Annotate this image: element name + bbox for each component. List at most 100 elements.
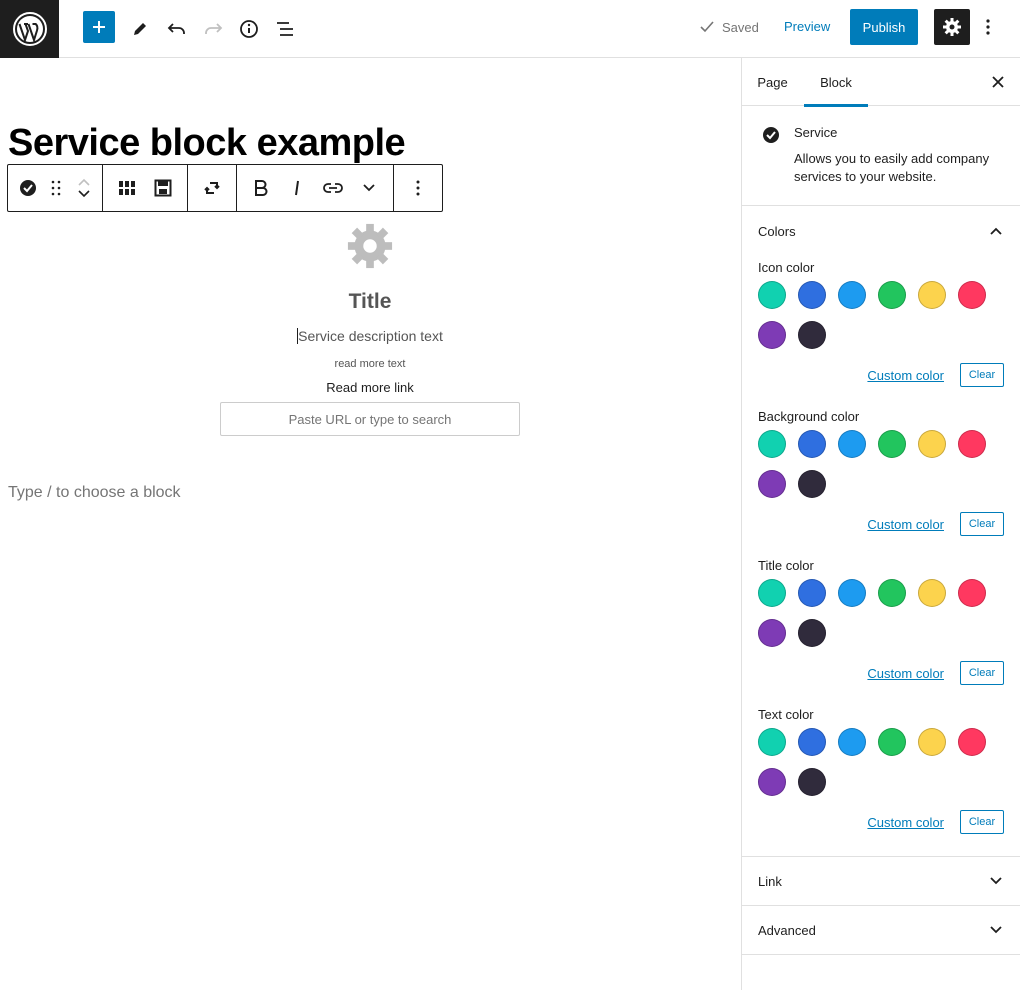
color-actions: Custom color Clear [758, 363, 1004, 387]
block-type-check-icon[interactable] [14, 165, 42, 211]
wordpress-logo-icon[interactable] [0, 0, 59, 58]
move-down-icon[interactable] [77, 190, 91, 198]
options-more-icon[interactable] [978, 11, 998, 43]
color-swatch[interactable] [798, 430, 826, 458]
colors-panel-toggle[interactable]: Colors [742, 206, 1020, 256]
bold-icon[interactable] [243, 165, 279, 211]
color-swatch[interactable] [838, 430, 866, 458]
save-reusable-icon[interactable] [145, 165, 181, 211]
color-actions: Custom color Clear [758, 661, 1004, 685]
color-swatch[interactable] [758, 579, 786, 607]
read-more-link[interactable]: Read more link [220, 380, 520, 395]
link-icon[interactable] [315, 165, 351, 211]
color-group-label: Background color [758, 409, 860, 424]
move-up-icon[interactable] [77, 178, 91, 186]
saved-label: Saved [722, 19, 759, 35]
custom-color-button[interactable]: Custom color [867, 666, 944, 681]
clear-button[interactable]: Clear [960, 512, 1004, 536]
color-swatch[interactable] [918, 430, 946, 458]
editor-header: Saved Preview Publish [0, 0, 1020, 58]
publish-button[interactable]: Publish [850, 9, 918, 45]
advanced-panel-toggle[interactable]: Advanced [742, 906, 1020, 955]
color-group: Icon color Custom color Clear [742, 260, 1020, 387]
list-view-icon[interactable] [267, 11, 303, 47]
color-swatch[interactable] [878, 728, 906, 756]
color-swatch[interactable] [918, 728, 946, 756]
clear-button[interactable]: Clear [960, 661, 1004, 685]
service-block[interactable]: Title Service description text read more… [220, 222, 520, 436]
block-options-more-icon[interactable] [400, 165, 436, 211]
drag-handle-icon[interactable] [42, 165, 70, 211]
color-swatch[interactable] [958, 430, 986, 458]
color-actions: Custom color Clear [758, 810, 1004, 834]
info-icon[interactable] [231, 11, 267, 47]
tab-page[interactable]: Page [742, 58, 803, 106]
chevron-down-icon [990, 926, 1002, 934]
color-swatch[interactable] [758, 470, 786, 498]
color-swatch[interactable] [838, 579, 866, 607]
color-swatch[interactable] [758, 768, 786, 796]
color-swatch[interactable] [878, 281, 906, 309]
color-swatch[interactable] [798, 321, 826, 349]
settings-sidebar: Page Block Service Allows you to easily … [741, 58, 1020, 990]
color-group-label: Title color [758, 558, 814, 573]
service-description[interactable]: Service description text [220, 328, 520, 344]
undo-icon[interactable] [159, 11, 195, 47]
custom-color-button[interactable]: Custom color [867, 517, 944, 532]
saved-status: Saved [698, 18, 759, 36]
color-swatch[interactable] [758, 619, 786, 647]
settings-gear-icon[interactable] [934, 9, 970, 45]
color-actions: Custom color Clear [758, 512, 1004, 536]
block-card: Service Allows you to easily add company… [742, 106, 1020, 206]
color-swatch[interactable] [758, 321, 786, 349]
custom-color-button[interactable]: Custom color [867, 815, 944, 830]
more-formatting-chevron-down-icon[interactable] [351, 165, 387, 211]
colors-panel-title: Colors [758, 223, 796, 239]
color-palette [758, 430, 998, 510]
color-swatch[interactable] [918, 281, 946, 309]
custom-color-button[interactable]: Custom color [867, 368, 944, 383]
color-swatch[interactable] [798, 619, 826, 647]
close-icon[interactable] [988, 72, 1008, 92]
post-title[interactable]: Service block example [8, 122, 406, 165]
clear-button[interactable]: Clear [960, 810, 1004, 834]
color-swatch[interactable] [798, 579, 826, 607]
block-appender[interactable]: Type / to choose a block [8, 484, 181, 502]
service-title[interactable]: Title [220, 290, 520, 314]
redo-icon[interactable] [195, 11, 231, 47]
color-swatch[interactable] [878, 430, 906, 458]
color-swatch[interactable] [798, 728, 826, 756]
color-swatch[interactable] [758, 728, 786, 756]
url-search-input[interactable]: Paste URL or type to search [220, 402, 520, 436]
color-swatch[interactable] [798, 768, 826, 796]
color-swatch[interactable] [958, 281, 986, 309]
color-group: Title color Custom color Clear [742, 558, 1020, 685]
check-icon [700, 21, 714, 33]
service-gear-icon[interactable] [220, 222, 520, 274]
add-block-button[interactable] [83, 11, 115, 43]
color-palette [758, 728, 998, 808]
color-swatch[interactable] [958, 579, 986, 607]
preview-button[interactable]: Preview [784, 19, 830, 34]
italic-icon[interactable] [279, 165, 315, 211]
read-more-text[interactable]: read more text [220, 358, 520, 370]
color-swatch[interactable] [758, 281, 786, 309]
grid-icon[interactable] [109, 165, 145, 211]
edit-tools-pencil-icon[interactable] [122, 11, 158, 47]
color-swatch[interactable] [798, 470, 826, 498]
link-panel-title: Link [758, 873, 782, 889]
link-panel-toggle[interactable]: Link [742, 857, 1020, 906]
color-swatch[interactable] [838, 281, 866, 309]
color-swatch[interactable] [958, 728, 986, 756]
color-swatch[interactable] [758, 430, 786, 458]
color-swatch[interactable] [878, 579, 906, 607]
color-swatch[interactable] [838, 728, 866, 756]
transform-icon[interactable] [194, 165, 230, 211]
advanced-panel-title: Advanced [758, 922, 816, 938]
tab-block[interactable]: Block [804, 58, 868, 107]
color-swatch[interactable] [798, 281, 826, 309]
color-group: Background color Custom color Clear [742, 409, 1020, 536]
chevron-up-icon [990, 227, 1002, 235]
color-swatch[interactable] [918, 579, 946, 607]
clear-button[interactable]: Clear [960, 363, 1004, 387]
